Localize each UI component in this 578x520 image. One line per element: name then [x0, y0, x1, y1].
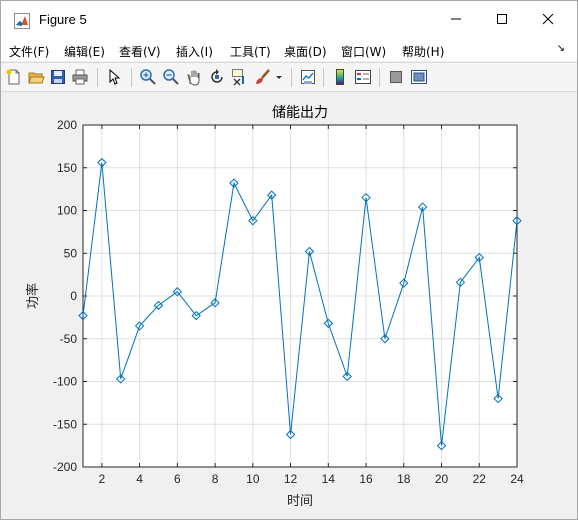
- x-tick-label: 16: [359, 472, 373, 486]
- x-tick-label: 24: [510, 472, 524, 486]
- minimize-button[interactable]: [433, 1, 479, 39]
- figure-window: Figure 5 文件(F) 编辑(E) 查看(V) 插入(I) 工具(T) 桌…: [0, 0, 578, 520]
- brush-icon[interactable]: [254, 68, 272, 86]
- y-tick-label: -50: [60, 332, 78, 346]
- zoom-in-icon[interactable]: [139, 68, 157, 86]
- brush-dropdown-icon[interactable]: [275, 68, 283, 86]
- x-tick-label: 18: [397, 472, 411, 486]
- menu-insert[interactable]: 插入(I): [176, 43, 213, 60]
- toolbar-separator: [323, 68, 324, 87]
- chart-title: 储能出力: [272, 105, 328, 121]
- toolbar-separator: [97, 68, 98, 87]
- y-tick-label: -100: [53, 375, 77, 389]
- toolbar-separator: [131, 68, 132, 87]
- plot-svg: 2 4 6 8 10 12 14 16 18 20 22 24-200-150-100-5005010…: [25, 105, 524, 509]
- show-plot-tools-icon[interactable]: [410, 68, 428, 86]
- menu-overflow-icon[interactable]: ↘: [557, 43, 565, 54]
- rotate-3d-icon[interactable]: [208, 68, 226, 86]
- open-file-icon[interactable]: [27, 68, 45, 86]
- new-figure-icon[interactable]: [5, 68, 23, 86]
- print-icon[interactable]: [71, 68, 89, 86]
- y-tick-label: 200: [57, 118, 77, 132]
- y-axis-label: 功率: [25, 283, 41, 309]
- x-tick-label: 22: [473, 472, 487, 486]
- menu-help[interactable]: 帮助(H): [402, 43, 444, 60]
- y-tick-label: 150: [57, 161, 77, 175]
- y-tick-label: -150: [53, 417, 77, 431]
- x-tick-label: 4: [136, 472, 143, 486]
- menu-edit[interactable]: 编辑(E): [64, 43, 105, 60]
- toolbar-separator: [291, 68, 292, 87]
- x-tick-label: 8: [212, 472, 219, 486]
- y-tick-label: 100: [57, 204, 77, 218]
- toolbar-separator: [379, 68, 380, 87]
- figure-toolbar: [1, 62, 577, 92]
- close-icon: [542, 13, 554, 28]
- menu-view[interactable]: 查看(V): [119, 43, 161, 60]
- maximize-button[interactable]: [479, 1, 525, 39]
- maximize-icon: [496, 13, 508, 28]
- data-cursor-icon[interactable]: [231, 68, 249, 86]
- y-tick-label: -200: [53, 460, 77, 474]
- x-tick-label: 14: [322, 472, 336, 486]
- minimize-icon: [450, 13, 462, 28]
- x-axis-label: 时间: [287, 494, 313, 509]
- menu-file[interactable]: 文件(F): [9, 43, 49, 60]
- zoom-out-icon[interactable]: [162, 68, 180, 86]
- close-button[interactable]: [525, 1, 571, 39]
- menu-desktop[interactable]: 桌面(D): [284, 43, 327, 60]
- link-plot-icon[interactable]: [299, 68, 317, 86]
- pointer-icon[interactable]: [105, 68, 123, 86]
- pan-icon[interactable]: [185, 68, 203, 86]
- legend-icon[interactable]: [354, 68, 372, 86]
- figure-canvas: 2 4 6 8 10 12 14 16 18 20 22 24 -200 -150 -100 -50 0 50 10…: [9, 93, 570, 512]
- y-tick-label: 50: [64, 246, 78, 260]
- save-icon[interactable]: [49, 68, 67, 86]
- menu-window[interactable]: 窗口(W): [341, 43, 386, 60]
- y-tick-label: 0: [70, 289, 77, 303]
- x-tick-label: 6: [174, 472, 181, 486]
- title-bar: Figure 5: [1, 1, 577, 39]
- x-tick-label: 2: [99, 472, 106, 486]
- x-tick-label: 20: [435, 472, 449, 486]
- menu-bar: 文件(F) 编辑(E) 查看(V) 插入(I) 工具(T) 桌面(D) 窗口(W…: [1, 39, 577, 61]
- hide-plot-tools-icon[interactable]: [387, 68, 405, 86]
- colorbar-icon[interactable]: [331, 68, 349, 86]
- menu-tools[interactable]: 工具(T): [230, 43, 271, 60]
- x-tick-label: 12: [284, 472, 298, 486]
- x-tick-label: 10: [246, 472, 260, 486]
- matlab-logo-icon: [14, 13, 30, 29]
- window-title: Figure 5: [39, 12, 87, 27]
